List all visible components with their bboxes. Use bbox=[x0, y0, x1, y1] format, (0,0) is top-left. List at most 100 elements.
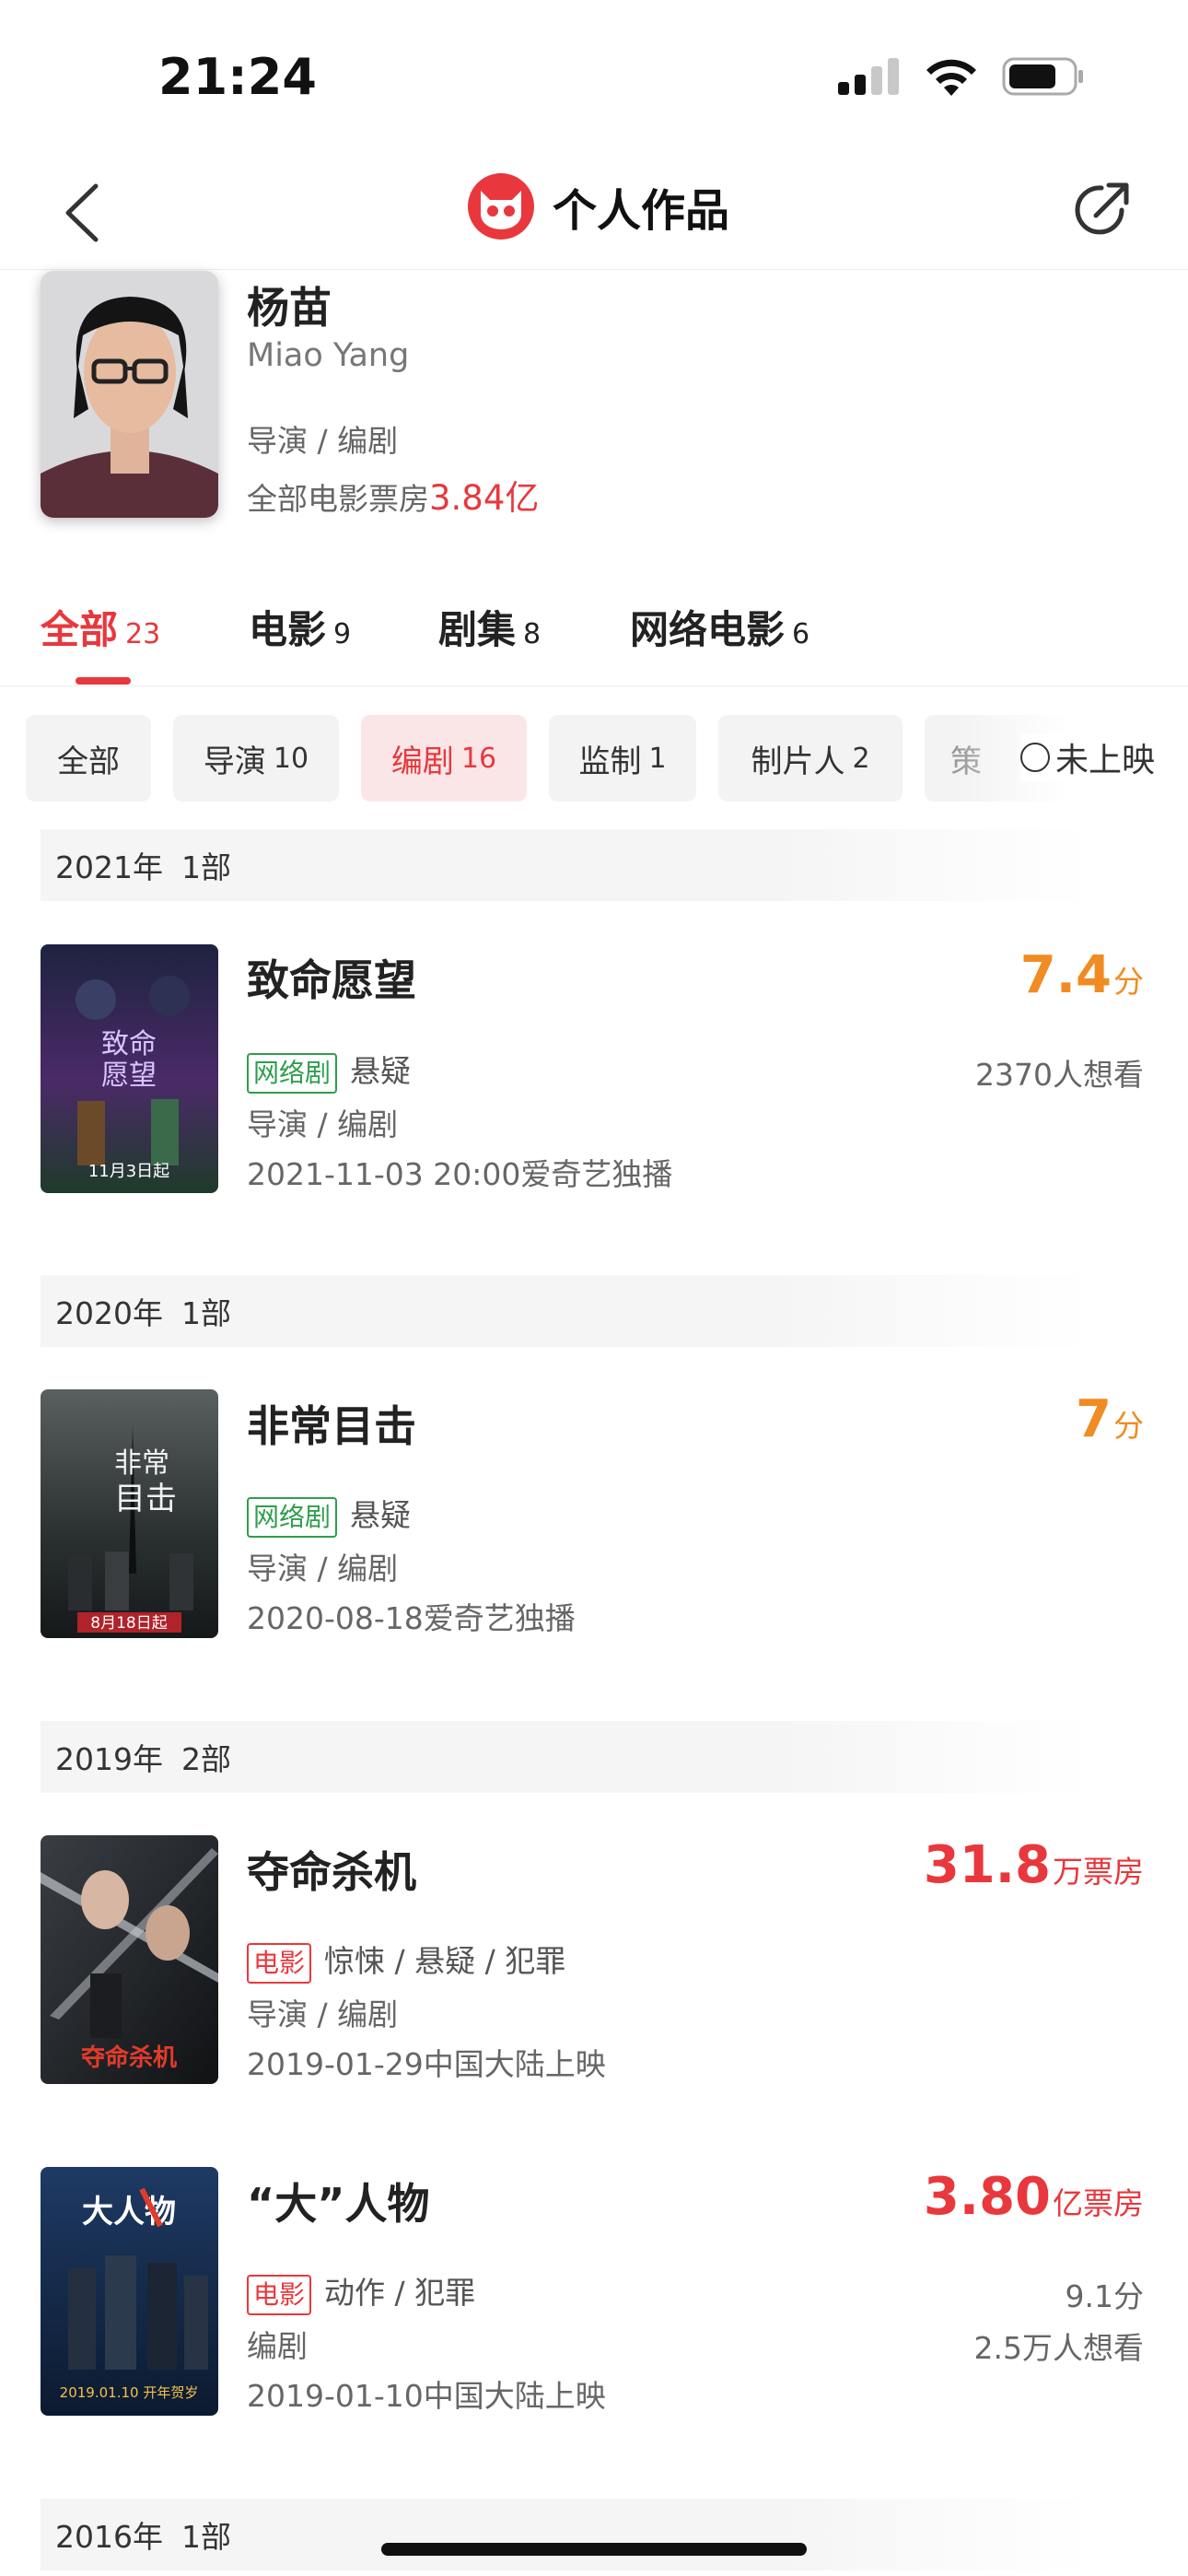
year-label: 2016年 bbox=[55, 2519, 163, 2555]
tag-web-series: 网络剧 bbox=[247, 1497, 338, 1538]
svg-text:愿望: 愿望 bbox=[101, 1060, 157, 1092]
movie-want-count-4: 2.5万人想看 bbox=[973, 2330, 1144, 2366]
tag-movie: 电影 bbox=[247, 1943, 312, 1984]
box-office-value: 3.84亿 bbox=[429, 478, 540, 518]
movie-score-1: 7.4分 bbox=[1020, 945, 1144, 1005]
year-label: 2020年 bbox=[55, 1295, 163, 1331]
chip-screenwriter-label: 编剧 bbox=[390, 743, 454, 780]
cellular-signal-icon bbox=[838, 58, 899, 95]
person-roles: 导演 / 编剧 bbox=[247, 423, 399, 459]
score-unit: 分 bbox=[1113, 1408, 1144, 1444]
page-title: 个人作品 bbox=[553, 185, 730, 237]
score-unit: 分 bbox=[1113, 964, 1144, 1000]
chip-producer[interactable]: 制片人 2 bbox=[718, 715, 903, 802]
chip-all[interactable]: 全部 bbox=[26, 715, 151, 802]
radio-circle-icon bbox=[1020, 743, 1050, 772]
box-office-value: 31.8 bbox=[923, 1835, 1051, 1895]
unreleased-label: 未上映 bbox=[1055, 742, 1156, 779]
movie-release-4: 2019-01-10中国大陆上映 bbox=[247, 2378, 606, 2414]
tab-web-movies[interactable]: 网络电影 6 bbox=[630, 599, 809, 655]
movie-genre: 悬疑 bbox=[350, 1497, 412, 1533]
box-office-unit: 万票房 bbox=[1053, 1854, 1144, 1890]
poster-title-text: 夺命杀机 bbox=[81, 2043, 177, 2072]
movie-want-count-1: 2370人想看 bbox=[975, 1057, 1144, 1093]
movie-genre: 动作 / 犯罪 bbox=[324, 2275, 476, 2311]
chip-director-count: 10 bbox=[273, 742, 309, 775]
year-header-2021: 2021年 1部 bbox=[41, 829, 1090, 901]
movie-meta-4: 电影 动作 / 犯罪 bbox=[247, 2268, 475, 2315]
score-value: 7.4 bbox=[1019, 945, 1112, 1005]
maoyan-cat-logo-icon bbox=[468, 173, 534, 240]
movie-title-4[interactable]: “大”人物 bbox=[247, 2171, 429, 2231]
person-name-cn: 杨苗 bbox=[247, 283, 332, 333]
year-header-2016: 2016年 1部 bbox=[41, 2499, 1090, 2570]
chip-screenwriter-count: 16 bbox=[460, 742, 497, 775]
movie-rating-4: 9.1分 bbox=[1065, 2278, 1144, 2314]
movie-genre: 悬疑 bbox=[350, 1053, 412, 1089]
movie-poster-3[interactable]: 夺命杀机 bbox=[41, 1835, 218, 2084]
total-box-office: 全部电影票房3.84亿 bbox=[247, 470, 539, 520]
year-count: 2部 bbox=[181, 1741, 231, 1777]
chip-supervisor[interactable]: 监制 1 bbox=[549, 715, 696, 802]
movie-score-2: 7分 bbox=[1076, 1389, 1144, 1449]
movie-roles-3: 导演 / 编剧 bbox=[247, 1996, 399, 2032]
movie-title-3[interactable]: 夺命杀机 bbox=[247, 1839, 416, 1900]
tab-movies-label: 电影 bbox=[249, 607, 327, 652]
avatar bbox=[41, 271, 218, 518]
poster-date-text: 11月3日起 bbox=[88, 1162, 169, 1181]
movie-box-office-4: 3.80亿票房 bbox=[924, 2167, 1144, 2227]
year-count: 1部 bbox=[181, 1295, 231, 1331]
tab-web-movies-count: 6 bbox=[792, 618, 810, 650]
chip-director-label: 导演 bbox=[203, 743, 266, 780]
year-header-2020: 2020年 1部 bbox=[41, 1275, 1090, 1347]
tab-movies[interactable]: 电影 9 bbox=[249, 599, 351, 655]
score-value: 7 bbox=[1076, 1389, 1112, 1449]
year-label: 2019年 bbox=[55, 1741, 163, 1777]
movie-box-office-3: 31.8万票房 bbox=[924, 1835, 1144, 1895]
home-indicator[interactable] bbox=[381, 2543, 807, 2556]
svg-text:非常: 非常 bbox=[114, 1447, 169, 1480]
chip-all-label: 全部 bbox=[57, 743, 120, 780]
movie-release-2: 2020-08-18爱奇艺独播 bbox=[247, 1600, 576, 1636]
year-count: 1部 bbox=[181, 849, 231, 885]
movie-meta-1: 网络剧 悬疑 bbox=[247, 1047, 411, 1094]
movie-poster-2[interactable]: 非常 目击 8月18日起 bbox=[41, 1389, 218, 1638]
poster-date-text: 2019.01.10 开年贺岁 bbox=[60, 2384, 199, 2401]
tab-all[interactable]: 全部 23 bbox=[41, 599, 160, 655]
nav-title-group: 个人作品 bbox=[468, 173, 729, 240]
movie-title-1[interactable]: 致命愿望 bbox=[247, 947, 416, 1008]
year-count: 1部 bbox=[181, 2519, 231, 2555]
svg-text:目击: 目击 bbox=[114, 1481, 177, 1517]
movie-meta-2: 网络剧 悬疑 bbox=[247, 1491, 411, 1538]
tab-series-label: 剧集 bbox=[438, 607, 517, 652]
chip-supervisor-count: 1 bbox=[648, 742, 667, 775]
wifi-icon bbox=[926, 59, 976, 96]
movie-poster-4[interactable]: 大人物 2019.01.10 开年贺岁 bbox=[41, 2167, 218, 2416]
chip-director[interactable]: 导演 10 bbox=[173, 715, 339, 802]
status-icons bbox=[838, 57, 1085, 96]
status-time: 21:24 bbox=[158, 48, 317, 106]
tab-all-count: 23 bbox=[125, 618, 161, 650]
movie-roles-1: 导演 / 编剧 bbox=[247, 1107, 399, 1142]
movie-release-3: 2019-01-29中国大陆上映 bbox=[247, 2046, 606, 2082]
chip-producer-label: 制片人 bbox=[751, 743, 845, 780]
movie-poster-1[interactable]: 致命 愿望 11月3日起 bbox=[41, 944, 218, 1193]
active-tab-indicator bbox=[76, 677, 131, 685]
back-chevron-icon[interactable] bbox=[57, 181, 112, 245]
movie-roles-2: 导演 / 编剧 bbox=[247, 1551, 399, 1587]
chip-screenwriter[interactable]: 编剧 16 bbox=[361, 715, 527, 802]
chip-producer-count: 2 bbox=[852, 742, 870, 775]
movie-title-2[interactable]: 非常目击 bbox=[247, 1393, 416, 1454]
tab-series[interactable]: 剧集 8 bbox=[438, 599, 541, 655]
tag-movie: 电影 bbox=[247, 2275, 312, 2315]
category-tabs bbox=[0, 590, 1188, 686]
poster-title-text: 致命 bbox=[101, 1028, 157, 1060]
unreleased-toggle[interactable]: 未上映 bbox=[1020, 733, 1156, 781]
share-icon[interactable] bbox=[1068, 177, 1135, 243]
tag-web-series: 网络剧 bbox=[247, 1053, 338, 1094]
tab-all-label: 全部 bbox=[41, 607, 119, 652]
movie-roles-4: 编剧 bbox=[247, 2328, 308, 2364]
box-office-value: 3.80 bbox=[923, 2167, 1051, 2227]
year-label: 2021年 bbox=[55, 849, 163, 885]
chip-supervisor-label: 监制 bbox=[578, 743, 642, 780]
